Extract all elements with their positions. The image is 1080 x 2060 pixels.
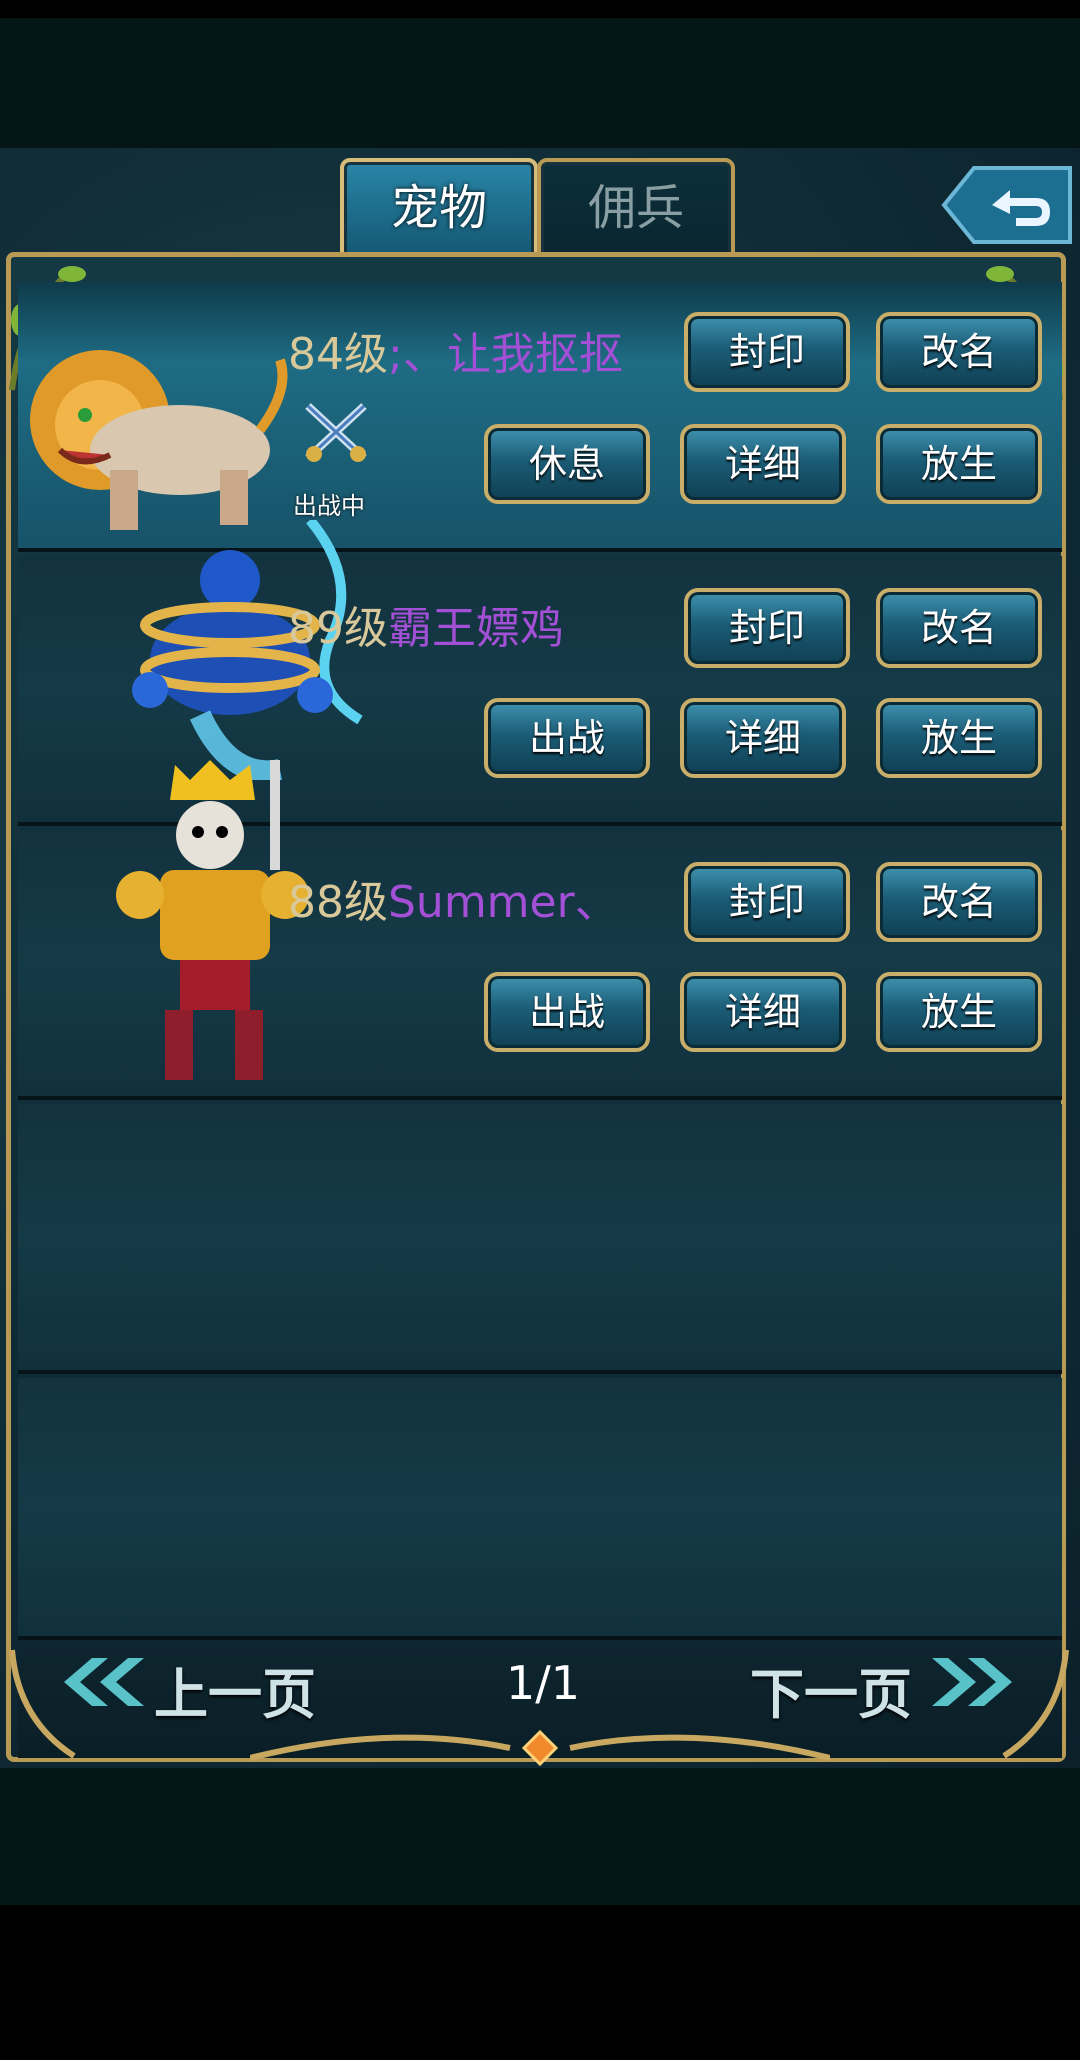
pet-name: 89级霸王嫖鸡	[288, 592, 564, 656]
skeleton-king-pet-sprite	[116, 760, 309, 1080]
status-bar	[0, 0, 1080, 18]
tab-pets[interactable]: 宠物	[340, 158, 538, 266]
release-button[interactable]: 放生	[876, 972, 1042, 1052]
pet-level: 88级	[288, 877, 388, 928]
ornament-decoration-icon	[250, 1729, 830, 1767]
deploy-button[interactable]: 出战	[484, 972, 650, 1052]
rename-button[interactable]: 改名	[876, 588, 1042, 668]
frame-corner-left-icon	[9, 1649, 76, 1759]
seal-button[interactable]: 封印	[684, 312, 850, 392]
pet-nickname: ;、让我抠抠	[388, 329, 623, 380]
back-arrow-icon	[941, 166, 1072, 244]
pet-nickname: Summer、	[388, 877, 619, 928]
rename-button[interactable]: 改名	[876, 312, 1042, 392]
tab-mercenaries-label: 佣兵	[587, 180, 684, 236]
rename-button[interactable]: 改名	[876, 862, 1042, 942]
footer-area	[0, 1768, 1080, 1905]
empty-row	[18, 1378, 1062, 1640]
crossed-swords-icon	[305, 403, 367, 462]
frame-corner-right-icon	[1002, 1649, 1069, 1759]
back-button[interactable]	[940, 160, 1076, 250]
pet-nickname: 霸王嫖鸡	[388, 603, 564, 654]
rest-button[interactable]: 休息	[484, 424, 650, 504]
pet-name: 88级Summer、	[288, 866, 619, 930]
tab-pets-label: 宠物	[390, 180, 487, 236]
detail-button[interactable]: 详细	[680, 698, 846, 778]
navigation-bar	[0, 1905, 1080, 2060]
pet-name: 84级;、让我抠抠	[288, 318, 623, 382]
detail-button[interactable]: 详细	[680, 972, 846, 1052]
tab-mercenaries[interactable]: 佣兵	[537, 158, 735, 266]
release-button[interactable]: 放生	[876, 698, 1042, 778]
header-area	[0, 18, 1080, 148]
detail-button[interactable]: 详细	[680, 424, 846, 504]
pet-level: 89级	[288, 603, 388, 654]
empty-row	[18, 1104, 1062, 1374]
deploy-button[interactable]: 出战	[484, 698, 650, 778]
pet-level: 84级	[288, 329, 388, 380]
page-indicator: 1/1	[506, 1656, 581, 1710]
seal-button[interactable]: 封印	[684, 588, 850, 668]
release-button[interactable]: 放生	[876, 424, 1042, 504]
seal-button[interactable]: 封印	[684, 862, 850, 942]
active-status-label: 出战中	[293, 492, 365, 520]
